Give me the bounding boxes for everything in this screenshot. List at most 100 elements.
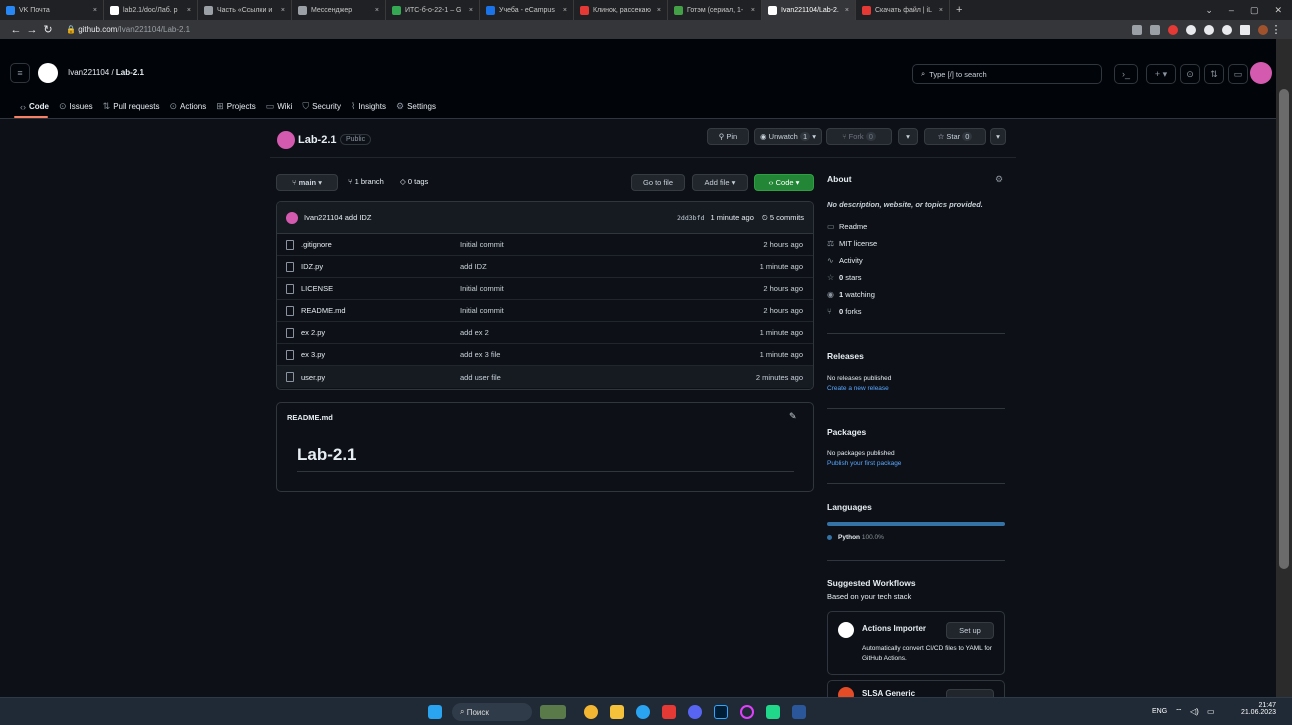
page-scrollbar[interactable] [1276,39,1292,697]
profile-avatar[interactable] [1258,24,1268,35]
browser-tab[interactable]: ИТС-б-о-22-1 – G × [386,0,480,20]
tab-code[interactable]: ‹› Code [20,101,49,112]
commit-count-link[interactable]: ⏲ 5 commits [762,213,804,223]
set-up-button[interactable] [946,689,994,697]
repo-link[interactable]: Lab-2.1 [116,68,144,77]
file-commit-message[interactable]: Initial commit [460,284,504,293]
browser-menu-icon[interactable]: ⋮ [1268,23,1284,36]
back-icon[interactable]: ← [8,24,24,36]
commit-hash[interactable]: 2dd3bfd [677,214,704,222]
table-row[interactable]: .gitignore Initial commit 2 hours ago [277,234,813,256]
code-button[interactable]: ‹› Code ▾ [754,174,814,191]
tab-issues[interactable]: ⊙ Issues [59,101,93,112]
tab-close-icon[interactable]: × [652,7,661,14]
table-row[interactable]: ex 2.py add ex 2 1 minute ago [277,322,813,344]
packages-heading[interactable]: Packages [827,427,866,437]
browser-tab[interactable]: Готэм (сериал, 1- × [668,0,762,20]
file-commit-message[interactable]: Initial commit [460,306,504,315]
pycharm-icon[interactable] [766,705,780,719]
commit-author[interactable]: Ivan221104 [304,213,343,222]
forward-icon[interactable]: → [24,24,40,36]
extensions-puzzle-icon[interactable] [1222,24,1232,35]
repo-title[interactable]: Lab-2.1 [298,134,337,146]
discord-icon[interactable] [688,705,702,719]
readme-filename[interactable]: README.md [287,413,333,422]
readme-link[interactable]: ▭ Readme [827,222,867,231]
browser-tab[interactable]: Учеба - eCampus × [480,0,574,20]
file-explorer-icon[interactable] [610,705,624,719]
extension-icon[interactable] [1204,24,1214,35]
reload-icon[interactable]: ↻ [40,23,56,36]
tab-close-icon[interactable]: × [746,7,755,14]
forks-link[interactable]: ⑂ 0 forks [827,307,862,316]
browser-tab[interactable]: lab2.1/doc/Лаб. р × [104,0,198,20]
tab-pull-requests[interactable]: ⇅ Pull requests [103,101,160,112]
watching-link[interactable]: ◉ 1 watching [827,290,875,299]
tab-settings[interactable]: ⚙ Settings [396,101,436,112]
table-row[interactable]: IDZ.py add IDZ 1 minute ago [277,256,813,278]
commit-message[interactable]: add IDZ [345,213,372,222]
browser-tab[interactable]: Часть «Ссылки и × [198,0,292,20]
fork-button[interactable]: ⑂ Fork 0 [826,128,892,145]
branch-select-button[interactable]: ⑂ main ▾ [276,174,338,191]
command-palette-icon[interactable]: ›_ [1114,64,1138,84]
browser-tab[interactable]: Скачать файл | iL × [856,0,950,20]
file-commit-message[interactable]: add ex 3 file [460,350,500,359]
table-row[interactable]: LICENSE Initial commit 2 hours ago [277,278,813,300]
pull-requests-icon[interactable]: ⇅ [1204,64,1224,84]
tab-security[interactable]: ⛉ Security [302,101,341,112]
tab-actions[interactable]: ⊙ Actions [169,101,206,112]
scrollbar-thumb[interactable] [1279,89,1289,569]
file-commit-message[interactable]: add IDZ [460,262,487,271]
taskbar-clock[interactable]: 21:47 21.06.2023 [1236,702,1276,716]
branches-link[interactable]: ⑂ 1 branch [348,177,384,186]
user-avatar[interactable] [1250,62,1272,84]
taskbar-search[interactable]: ⌕ Поиск [452,703,532,721]
tab-close-icon[interactable]: × [464,7,473,14]
stars-link[interactable]: ☆ 0 stars [827,273,862,282]
tab-close-icon[interactable]: × [934,7,943,14]
file-commit-message[interactable]: add ex 2 [460,328,489,337]
releases-heading[interactable]: Releases [827,351,864,361]
battery-icon[interactable]: ▭ [1207,707,1215,716]
file-name[interactable]: IDZ.py [301,262,323,271]
star-dropdown-chevron-icon[interactable]: ▾ [990,128,1006,145]
create-new-icon[interactable]: + ▾ [1146,64,1176,84]
tags-link[interactable]: ◇ 0 tags [400,177,428,186]
owner-link[interactable]: Ivan221104 [68,68,109,77]
browser-tab[interactable]: Клинок, рассекаю × [574,0,668,20]
add-file-button[interactable]: Add file ▾ [692,174,748,191]
license-link[interactable]: ⚖ MIT license [827,239,877,248]
file-commit-message[interactable]: add user file [460,373,501,382]
widgets-icon[interactable] [540,705,566,719]
chrome-icon[interactable] [584,705,598,719]
telegram-icon[interactable] [636,705,650,719]
bookmark-star-icon[interactable] [1150,24,1160,35]
file-name[interactable]: user.py [301,373,325,382]
youtube-icon[interactable] [662,705,676,719]
gear-icon[interactable]: ⚙ [995,174,1003,185]
file-commit-message[interactable]: Initial commit [460,240,504,249]
go-to-file-button[interactable]: Go to file [631,174,685,191]
activity-link[interactable]: ∿ Activity [827,256,863,265]
extension-icon[interactable] [1168,24,1178,35]
volume-icon[interactable]: ◁) [1190,707,1199,716]
tab-close-icon[interactable]: × [370,7,379,14]
unwatch-button[interactable]: ◉ Unwatch 1 ▾ [754,128,822,145]
browser-tab[interactable]: Мессенджер × [292,0,386,20]
word-icon[interactable] [792,705,806,719]
pin-button[interactable]: ⚲ Pin [707,128,749,145]
tab-close-icon[interactable]: × [276,7,285,14]
wifi-icon[interactable]: ⌔ [1175,707,1183,717]
maximize-icon[interactable]: ▢ [1250,5,1259,16]
table-row[interactable]: user.py add user file 2 minutes ago [277,366,813,388]
fork-dropdown-chevron-icon[interactable]: ▾ [898,128,918,145]
input-language[interactable]: ENG [1152,708,1167,715]
language-python[interactable]: Python 100.0% [827,534,884,541]
file-name[interactable]: .gitignore [301,240,332,249]
edit-pencil-icon[interactable]: ✎ [789,411,797,422]
browser-tab[interactable]: Ivan221104/Lab-2. × [762,0,856,20]
windows-start-icon[interactable] [428,705,442,719]
search-input[interactable]: ⌕ Type [/] to search [912,64,1102,84]
tab-close-icon[interactable]: × [558,7,567,14]
